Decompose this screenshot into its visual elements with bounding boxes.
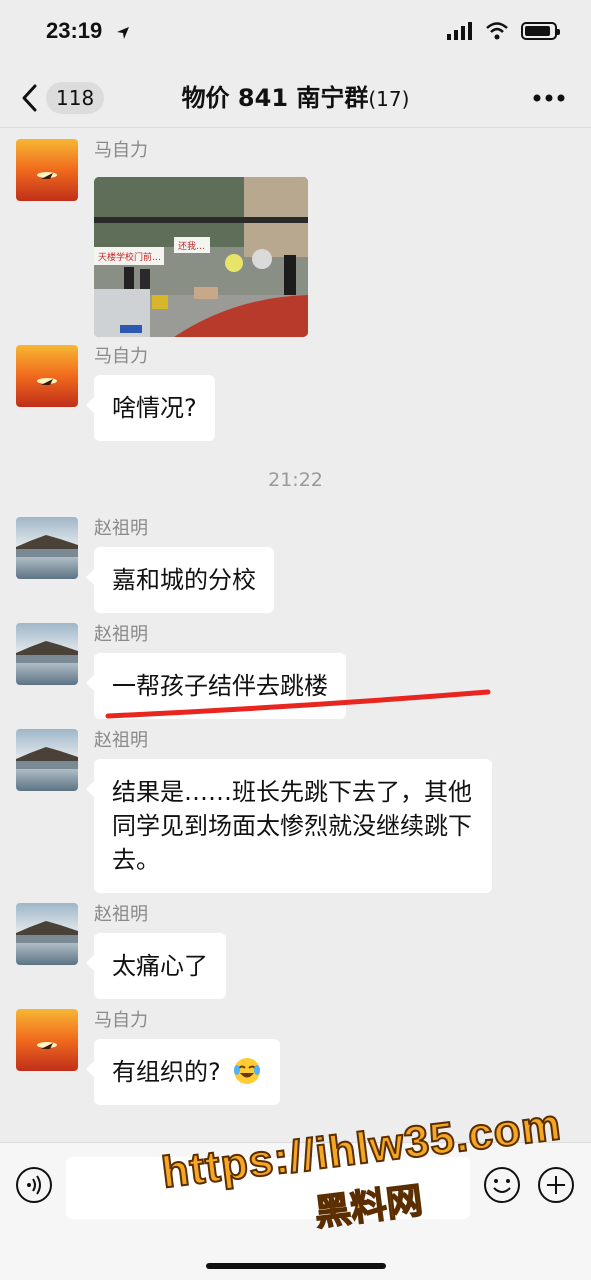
unread-count-badge[interactable]: 118	[46, 82, 105, 114]
battery-icon	[521, 22, 560, 40]
more-options-icon[interactable]	[533, 90, 565, 106]
wifi-icon	[486, 22, 508, 40]
status-time: 23:19	[46, 18, 103, 43]
chat-timestamp: 21:22	[268, 469, 323, 491]
message-bubble[interactable]: 结果是……班长先跳下去了，其他同学见到场面太惨烈就没继续跳下去。	[86, 759, 492, 893]
message-item: 马自力 啥情况?	[16, 345, 576, 445]
message-item: 赵祖明 结果是……班长先跳下去了，其他同学见到场面太惨烈就没继续跳下去。	[16, 729, 576, 899]
sender-name: 马自力	[94, 140, 148, 161]
crying-laughing-emoji-icon	[234, 1058, 261, 1084]
photo-banner-right: 还我…	[178, 240, 205, 252]
avatar-sunset[interactable]	[16, 1009, 78, 1071]
message-bubble[interactable]: 啥情况?	[86, 375, 215, 441]
signal-icon	[447, 22, 472, 40]
message-item: 马自力 有组织的?	[16, 1009, 576, 1109]
home-indicator	[206, 1263, 386, 1269]
message-item: 赵祖明 太痛心了	[16, 903, 576, 1003]
voice-input-icon[interactable]	[14, 1165, 54, 1205]
sender-name: 赵祖明	[94, 624, 148, 645]
sender-name: 赵祖明	[94, 904, 148, 925]
photo-banner-left: 天楼学校门前…	[98, 251, 161, 263]
shared-photo[interactable]: 天楼学校门前… 还我…	[94, 177, 308, 337]
message-item: 赵祖明 嘉和城的分校	[16, 517, 576, 617]
group-name: 物价 841 南宁群	[181, 84, 369, 112]
avatar-lake[interactable]	[16, 729, 78, 791]
message-text: 有组织的?	[112, 1058, 221, 1086]
status-bar: 23:19	[0, 0, 591, 68]
emoji-picker-icon[interactable]	[482, 1165, 522, 1205]
back-chevron-icon[interactable]	[18, 82, 42, 114]
avatar-sunset[interactable]	[16, 345, 78, 407]
avatar-lake[interactable]	[16, 517, 78, 579]
chat-header: 118 物价 841 南宁群(17)	[0, 68, 591, 128]
message-bubble[interactable]: 有组织的?	[85, 1039, 281, 1105]
sender-name: 赵祖明	[94, 730, 148, 751]
message-input-bar	[0, 1142, 591, 1280]
chat-title: 物价 841 南宁群(17)	[150, 82, 441, 115]
message-bubble[interactable]: 一帮孩子结伴去跳楼	[86, 653, 346, 719]
message-bubble[interactable]: 嘉和城的分校	[86, 547, 274, 613]
avatar-sunset[interactable]	[16, 139, 78, 201]
message-item: 赵祖明 一帮孩子结伴去跳楼	[16, 623, 576, 723]
chat-history[interactable]: 马自力 天楼学校门前… 还我… 马自力 啥情况? 21:22 赵祖明 嘉和城的分…	[0, 129, 591, 1142]
message-bubble[interactable]: 太痛心了	[86, 933, 226, 999]
location-arrow-icon	[117, 27, 129, 39]
avatar-lake[interactable]	[16, 903, 78, 965]
message-item: 马自力 天楼学校门前… 还我…	[16, 139, 576, 339]
status-icons	[447, 22, 560, 40]
sender-name: 马自力	[94, 346, 148, 367]
more-actions-plus-icon[interactable]	[536, 1165, 576, 1205]
avatar-lake[interactable]	[16, 623, 78, 685]
sender-name: 赵祖明	[94, 518, 148, 539]
sender-name: 马自力	[94, 1010, 148, 1031]
member-count: (17)	[368, 87, 410, 111]
message-text-input[interactable]	[66, 1157, 470, 1219]
